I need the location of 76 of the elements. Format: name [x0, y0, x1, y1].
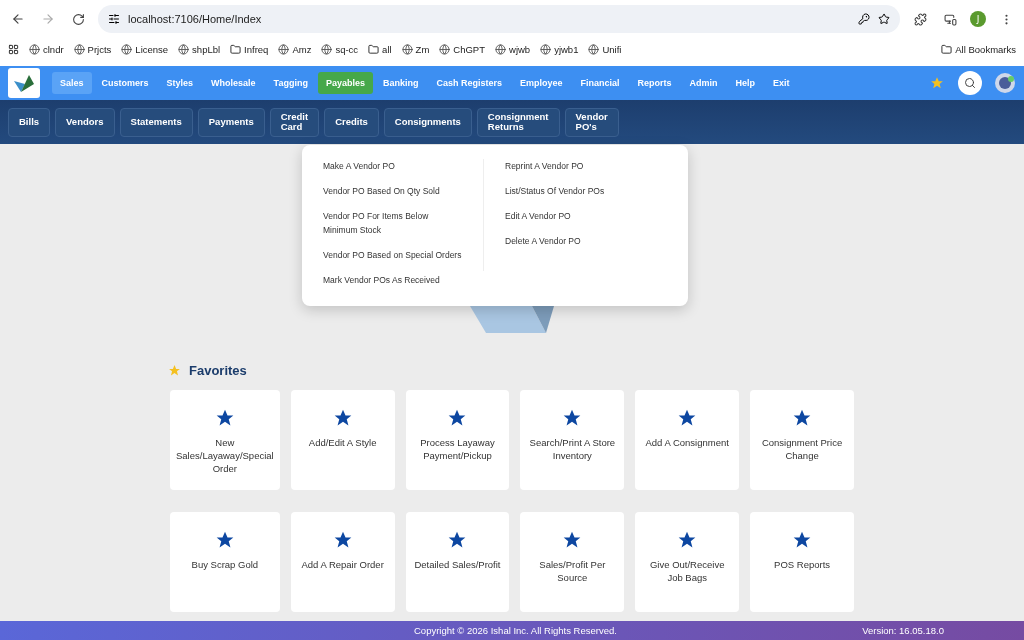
favorite-star-icon[interactable]	[930, 76, 944, 90]
favorite-card[interactable]: Search/Print A Store Inventory	[520, 390, 625, 490]
copyright-text: Copyright © 2026 Ishal Inc. All Rights Reserved.	[414, 625, 617, 636]
globe-icon	[401, 43, 413, 55]
bookmark[interactable]: Zm	[401, 43, 430, 55]
subnav-button[interactable]: Consignment Returns	[476, 107, 560, 137]
subnav-button[interactable]: Credit Card	[269, 107, 320, 137]
star-icon	[168, 364, 181, 377]
globe-icon	[178, 43, 190, 55]
bookmark[interactable]: sq-cc	[321, 43, 359, 55]
folder-icon	[368, 43, 380, 55]
bookmark[interactable]: all	[368, 43, 392, 55]
menu-item[interactable]: Vendor PO For Items Below Minimum Stock	[323, 209, 465, 237]
favorite-card[interactable]: Sales/Profit Per Source	[520, 512, 625, 612]
key-icon[interactable]	[858, 13, 870, 25]
bookmark[interactable]: Unifi	[588, 43, 622, 55]
version-text: Version: 16.05.18.0	[862, 625, 944, 636]
site-settings-icon[interactable]	[108, 13, 120, 25]
address-bar[interactable]: localhost:7106/Home/Index	[98, 5, 900, 33]
subnav-button[interactable]: Statements	[119, 107, 193, 137]
bookmark[interactable]: License	[121, 43, 169, 55]
subnav-button[interactable]: Vendor PO's	[564, 107, 619, 137]
search-icon	[964, 77, 976, 89]
favorite-card[interactable]: Buy Scrap Gold	[170, 512, 280, 612]
favorite-card[interactable]: Add A Consignment	[635, 390, 740, 490]
bookmark[interactable]: shpLbl	[178, 43, 221, 55]
globe-icon	[29, 43, 40, 55]
subnav-button[interactable]: Credits	[324, 107, 379, 137]
globe-icon	[278, 43, 290, 55]
folder-icon	[230, 43, 242, 55]
user-avatar[interactable]	[994, 72, 1016, 94]
subnav-button[interactable]: Bills	[8, 107, 51, 137]
apps-icon[interactable]	[8, 43, 19, 55]
menu-item[interactable]: Reprint A Vendor PO	[505, 159, 670, 173]
menu-item[interactable]: Edit A Vendor PO	[505, 209, 670, 223]
bookmark-star-icon[interactable]	[878, 13, 890, 25]
bookmark[interactable]: clndr	[29, 43, 64, 55]
favorite-card[interactable]: Consignment Price Change	[750, 390, 854, 490]
favorite-card[interactable]: Add/Edit A Style	[290, 390, 395, 490]
cast-icon[interactable]	[943, 12, 957, 26]
bookmark[interactable]: Prjcts	[73, 43, 112, 55]
bookmark[interactable]: yjwb1	[540, 43, 579, 55]
globe-icon	[321, 43, 333, 55]
menu-item[interactable]: Vendor PO Based On Qty Sold	[323, 184, 465, 198]
menu-item[interactable]: Make A Vendor PO	[323, 159, 465, 173]
app-logo	[8, 68, 40, 98]
favorite-card[interactable]: POS Reports	[750, 512, 854, 612]
subnav-button[interactable]: Vendors	[55, 107, 115, 137]
subnav-button[interactable]: Consignments	[383, 107, 472, 137]
search-button[interactable]	[958, 71, 982, 95]
all-bookmarks[interactable]: All Bookmarks	[941, 43, 1016, 55]
folder-icon	[941, 43, 953, 55]
favorite-card[interactable]: Process Layaway Payment/Pickup	[405, 390, 510, 490]
menu-item[interactable]: Mark Vendor POs As Received	[323, 273, 465, 287]
section-title: Favorites	[189, 363, 247, 378]
menu-item[interactable]: Delete A Vendor PO	[505, 234, 670, 248]
menu-item[interactable]: List/Status Of Vendor POs	[505, 184, 670, 198]
globe-icon	[73, 43, 85, 55]
globe-icon	[439, 43, 451, 55]
favorite-card[interactable]: New Sales/Layaway/Special Order	[170, 390, 280, 490]
bookmark[interactable]: Amz	[278, 43, 312, 55]
globe-icon	[121, 43, 133, 55]
favorite-card[interactable]: Detailed Sales/Profit	[405, 512, 510, 612]
favorite-card[interactable]: Give Out/Receive Job Bags	[635, 512, 740, 612]
puzzle-icon[interactable]	[913, 12, 927, 26]
bookmark[interactable]: Infreq	[230, 43, 269, 55]
favorite-card[interactable]: Add A Repair Order	[290, 512, 395, 612]
bookmark[interactable]: wjwb	[495, 43, 531, 55]
reload-icon[interactable]	[71, 12, 85, 26]
back-icon[interactable]	[11, 12, 25, 26]
globe-icon	[495, 43, 506, 55]
globe-icon	[540, 43, 552, 55]
globe-icon	[588, 43, 600, 55]
subnav-button[interactable]: Payments	[197, 107, 265, 137]
bookmark[interactable]: ChGPT	[439, 43, 485, 55]
menu-item[interactable]: Vendor PO Based on Special Orders	[323, 248, 465, 262]
